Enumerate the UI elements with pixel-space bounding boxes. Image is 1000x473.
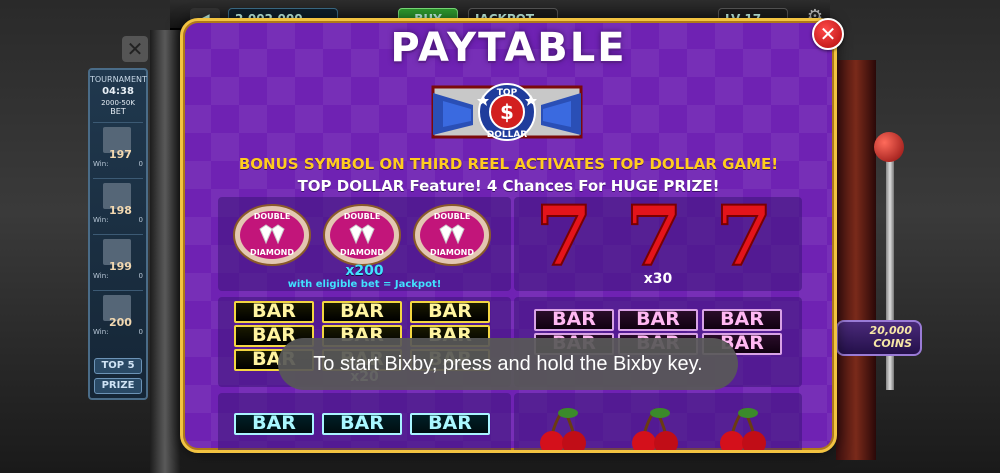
top5-button[interactable]: TOP 5 xyxy=(94,358,142,374)
leaderboard-row: 197 Win: 0 xyxy=(93,122,143,172)
reel-frame-right xyxy=(836,60,876,460)
win-label: Win: xyxy=(93,160,109,168)
win-label: Win: xyxy=(93,216,109,224)
close-icon[interactable]: ✕ xyxy=(122,36,148,62)
single-bar-icon: BAR xyxy=(234,413,314,437)
double-diamond-icon: DOUBLE DIAMOND xyxy=(323,204,401,266)
jackpot-note: with eligible bet = Jackpot! xyxy=(287,279,442,290)
paytable-entry-double-diamond: DOUBLE DIAMOND DOUBLE DIAMOND DOUBLE DIA… xyxy=(218,197,511,291)
bar-label: BAR xyxy=(534,309,614,331)
double-diamond-icon: DOUBLE DIAMOND xyxy=(413,204,491,266)
paytable-title: PAYTABLE xyxy=(390,25,627,71)
single-bar-icon: BAR xyxy=(410,413,490,437)
win-value: 0 xyxy=(138,216,143,224)
seven-icon: 7 xyxy=(714,199,773,271)
cherry-icon xyxy=(540,408,586,450)
payout-multiplier: x30 xyxy=(643,271,673,287)
seven-glyph: 7 xyxy=(535,199,592,271)
cherry-icon xyxy=(632,408,678,450)
bar-label: BAR xyxy=(410,413,490,435)
win-label: Win: xyxy=(93,272,109,280)
paytable-entry-seven: 7 7 7 x30 xyxy=(514,197,802,291)
leaderboard-row: 198 Win: 0 xyxy=(93,178,143,228)
seven-glyph: 7 xyxy=(715,199,772,271)
bar-label: BAR xyxy=(410,301,490,323)
logo-dollar-sign: $ xyxy=(500,100,514,124)
feature-text: TOP DOLLAR Feature! 4 Chances For HUGE P… xyxy=(297,177,720,195)
coin-reward-unit: COINS xyxy=(873,337,912,350)
reel-frame-left xyxy=(150,30,180,473)
paytable-entry-cherry xyxy=(514,393,802,450)
seven-icon: 7 xyxy=(534,199,593,271)
diamond-label: DIAMOND xyxy=(250,248,294,257)
bonus-symbol-text: BONUS SYMBOL ON THIRD REEL ACTIVATES TOP… xyxy=(238,155,779,173)
seven-icon: 7 xyxy=(624,199,683,271)
prize-button[interactable]: PRIZE xyxy=(94,378,142,394)
double-diamond-icon: DOUBLE DIAMOND xyxy=(233,204,311,266)
diamond-label: DIAMOND xyxy=(340,248,384,257)
cherry-icon xyxy=(720,408,766,450)
coin-reward-badge: 20,000 COINS xyxy=(836,320,922,356)
coin-reward-value: 20,000 xyxy=(869,324,912,337)
double-label: DOUBLE xyxy=(434,212,471,221)
logo-top-text: TOP xyxy=(497,88,518,98)
double-label: DOUBLE xyxy=(254,212,291,221)
tournament-bet-label: BET xyxy=(110,107,126,116)
rank-number: 200 xyxy=(109,316,132,329)
tournament-panel[interactable]: TOURNAMENT 04:38 2000-50K BET 197 Win: 0… xyxy=(88,68,148,400)
tournament-range: 2000-50K xyxy=(101,99,135,107)
win-value: 0 xyxy=(138,160,143,168)
close-paytable-button[interactable]: ✕ xyxy=(812,18,844,50)
close-icon: ✕ xyxy=(819,22,837,46)
win-value: 0 xyxy=(138,272,143,280)
single-bar-icon: BAR xyxy=(322,413,402,437)
bar-label: BAR xyxy=(322,301,402,323)
win-value: 0 xyxy=(138,328,143,336)
tournament-timer: 04:38 xyxy=(102,86,134,97)
top-dollar-logo: $ TOP DOLLAR xyxy=(431,83,583,141)
bar-label: BAR xyxy=(234,413,314,435)
leaderboard-row: 200 Win: 0 xyxy=(93,290,143,340)
paytable-entry-single-bar: BAR BAR BAR xyxy=(218,393,511,450)
bixby-toast: To start Bixby, press and hold the Bixby… xyxy=(278,338,738,390)
rank-number: 197 xyxy=(109,148,132,161)
bar-label: BAR xyxy=(322,413,402,435)
bar-label: BAR xyxy=(618,309,698,331)
bar-label: BAR xyxy=(234,301,314,323)
double-label: DOUBLE xyxy=(344,212,381,221)
payout-multiplier: x200 xyxy=(345,263,384,279)
bar-label: BAR xyxy=(702,309,782,331)
rank-number: 198 xyxy=(109,204,132,217)
win-label: Win: xyxy=(93,328,109,336)
tournament-title: TOURNAMENT xyxy=(90,75,147,84)
diamond-label: DIAMOND xyxy=(430,248,474,257)
rank-number: 199 xyxy=(109,260,132,273)
logo-bottom-text: DOLLAR xyxy=(487,130,528,140)
lever-knob[interactable] xyxy=(874,132,904,162)
seven-glyph: 7 xyxy=(625,199,682,271)
leaderboard-row: 199 Win: 0 xyxy=(93,234,143,284)
